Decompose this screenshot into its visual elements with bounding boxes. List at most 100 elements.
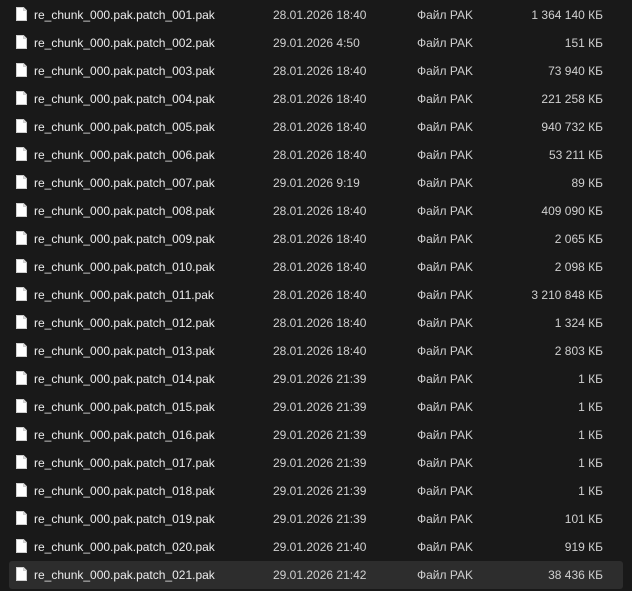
file-size: 3 210 848 КБ	[531, 288, 603, 302]
file-size: 38 436 КБ	[548, 568, 603, 582]
file-icon	[16, 567, 27, 581]
file-row[interactable]: re_chunk_000.pak.patch_013.pak 28.01.2026…	[0, 337, 632, 365]
file-row[interactable]: re_chunk_000.pak.patch_010.pak 28.01.2026…	[0, 253, 632, 281]
file-icon	[16, 63, 27, 77]
file-date: 29.01.2026 21:39	[273, 484, 367, 498]
file-row[interactable]: re_chunk_000.pak.patch_005.pak 28.01.2026…	[0, 113, 632, 141]
file-icon	[16, 427, 27, 441]
file-type: Файл PAK	[417, 372, 473, 386]
file-name: re_chunk_000.pak.patch_017.pak	[34, 456, 215, 470]
file-date: 29.01.2026 21:39	[273, 456, 367, 470]
file-date: 29.01.2026 21:39	[273, 512, 367, 526]
file-date: 28.01.2026 18:40	[273, 8, 367, 22]
file-name: re_chunk_000.pak.patch_005.pak	[34, 120, 215, 134]
file-size: 409 090 КБ	[541, 204, 603, 218]
file-icon	[16, 455, 27, 469]
file-row[interactable]: re_chunk_000.pak.patch_014.pak 29.01.2026…	[0, 365, 632, 393]
file-icon	[16, 35, 27, 49]
file-icon	[16, 259, 27, 273]
file-icon	[16, 511, 27, 525]
file-row[interactable]: re_chunk_000.pak.patch_018.pak 29.01.2026…	[0, 477, 632, 505]
file-icon	[16, 399, 27, 413]
file-row[interactable]: re_chunk_000.pak.patch_004.pak 28.01.2026…	[0, 85, 632, 113]
file-size: 2 803 КБ	[554, 344, 603, 358]
file-size: 73 940 КБ	[548, 64, 603, 78]
file-size: 53 211 КБ	[548, 148, 603, 162]
file-name: re_chunk_000.pak.patch_019.pak	[34, 512, 215, 526]
file-list: re_chunk_000.pak.patch_001.pak 28.01.2026…	[0, 1, 632, 589]
file-icon	[16, 287, 27, 301]
file-size: 2 065 КБ	[554, 232, 603, 246]
file-row[interactable]: re_chunk_000.pak.patch_006.pak 28.01.2026…	[0, 141, 632, 169]
file-row[interactable]: re_chunk_000.pak.patch_017.pak 29.01.2026…	[0, 449, 632, 477]
file-icon	[16, 343, 27, 357]
file-date: 29.01.2026 21:42	[273, 568, 367, 582]
file-icon	[16, 483, 27, 497]
file-type: Файл PAK	[417, 400, 473, 414]
file-date: 29.01.2026 21:39	[273, 400, 367, 414]
file-icon	[16, 147, 27, 161]
file-date: 28.01.2026 18:40	[273, 64, 367, 78]
file-date: 28.01.2026 18:40	[273, 288, 367, 302]
file-row[interactable]: re_chunk_000.pak.patch_008.pak 28.01.2026…	[0, 197, 632, 225]
file-size: 1 КБ	[578, 372, 603, 386]
file-name: re_chunk_000.pak.patch_018.pak	[34, 484, 215, 498]
file-icon	[16, 175, 27, 189]
file-size: 221 258 КБ	[541, 92, 603, 106]
file-row[interactable]: re_chunk_000.pak.patch_015.pak 29.01.2026…	[0, 393, 632, 421]
file-row[interactable]: re_chunk_000.pak.patch_007.pak 29.01.2026…	[0, 169, 632, 197]
file-size: 1 364 140 КБ	[531, 8, 603, 22]
file-name: re_chunk_000.pak.patch_003.pak	[34, 64, 215, 78]
file-icon	[16, 231, 27, 245]
file-row[interactable]: re_chunk_000.pak.patch_020.pak 29.01.2026…	[0, 533, 632, 561]
file-row[interactable]: re_chunk_000.pak.patch_016.pak 29.01.2026…	[0, 421, 632, 449]
file-name: re_chunk_000.pak.patch_012.pak	[34, 316, 215, 330]
file-row[interactable]: re_chunk_000.pak.patch_009.pak 28.01.2026…	[0, 225, 632, 253]
file-size: 2 098 КБ	[554, 260, 603, 274]
file-type: Файл PAK	[417, 92, 473, 106]
file-icon	[16, 371, 27, 385]
file-icon	[16, 315, 27, 329]
file-date: 28.01.2026 18:40	[273, 92, 367, 106]
file-date: 29.01.2026 21:39	[273, 372, 367, 386]
file-size: 89 КБ	[571, 176, 603, 190]
file-name: re_chunk_000.pak.patch_002.pak	[34, 36, 215, 50]
file-row[interactable]: re_chunk_000.pak.patch_019.pak 29.01.2026…	[0, 505, 632, 533]
file-name: re_chunk_000.pak.patch_011.pak	[34, 288, 214, 302]
file-row[interactable]: re_chunk_000.pak.patch_011.pak 28.01.2026…	[0, 281, 632, 309]
file-name: re_chunk_000.pak.patch_001.pak	[34, 8, 215, 22]
file-type: Файл PAK	[417, 288, 473, 302]
file-row[interactable]: re_chunk_000.pak.patch_002.pak 29.01.2026…	[0, 29, 632, 57]
file-name: re_chunk_000.pak.patch_014.pak	[34, 372, 215, 386]
file-type: Файл PAK	[417, 8, 473, 22]
file-type: Файл PAK	[417, 512, 473, 526]
file-row[interactable]: re_chunk_000.pak.patch_001.pak 28.01.2026…	[0, 1, 632, 29]
file-date: 28.01.2026 18:40	[273, 204, 367, 218]
file-date: 28.01.2026 18:40	[273, 232, 367, 246]
file-size: 919 КБ	[564, 540, 603, 554]
file-size: 1 КБ	[578, 400, 603, 414]
file-size: 1 КБ	[578, 456, 603, 470]
file-name: re_chunk_000.pak.patch_004.pak	[34, 92, 215, 106]
file-size: 1 КБ	[578, 484, 603, 498]
file-type: Файл PAK	[417, 484, 473, 498]
file-name: re_chunk_000.pak.patch_020.pak	[34, 540, 215, 554]
file-type: Файл PAK	[417, 148, 473, 162]
file-type: Файл PAK	[417, 36, 473, 50]
file-row-selected[interactable]: re_chunk_000.pak.patch_021.pak 29.01.2026…	[0, 561, 632, 589]
file-name: re_chunk_000.pak.patch_013.pak	[34, 344, 215, 358]
file-type: Файл PAK	[417, 344, 473, 358]
file-type: Файл PAK	[417, 260, 473, 274]
file-date: 28.01.2026 18:40	[273, 148, 367, 162]
file-row[interactable]: re_chunk_000.pak.patch_012.pak 28.01.2026…	[0, 309, 632, 337]
file-name: re_chunk_000.pak.patch_010.pak	[34, 260, 215, 274]
file-row[interactable]: re_chunk_000.pak.patch_003.pak 28.01.2026…	[0, 57, 632, 85]
file-name: re_chunk_000.pak.patch_021.pak	[34, 568, 215, 582]
file-name: re_chunk_000.pak.patch_007.pak	[34, 176, 215, 190]
file-name: re_chunk_000.pak.patch_009.pak	[34, 232, 215, 246]
file-date: 28.01.2026 18:40	[273, 344, 367, 358]
file-type: Файл PAK	[417, 204, 473, 218]
file-type: Файл PAK	[417, 540, 473, 554]
file-icon	[16, 7, 27, 21]
file-type: Файл PAK	[417, 428, 473, 442]
